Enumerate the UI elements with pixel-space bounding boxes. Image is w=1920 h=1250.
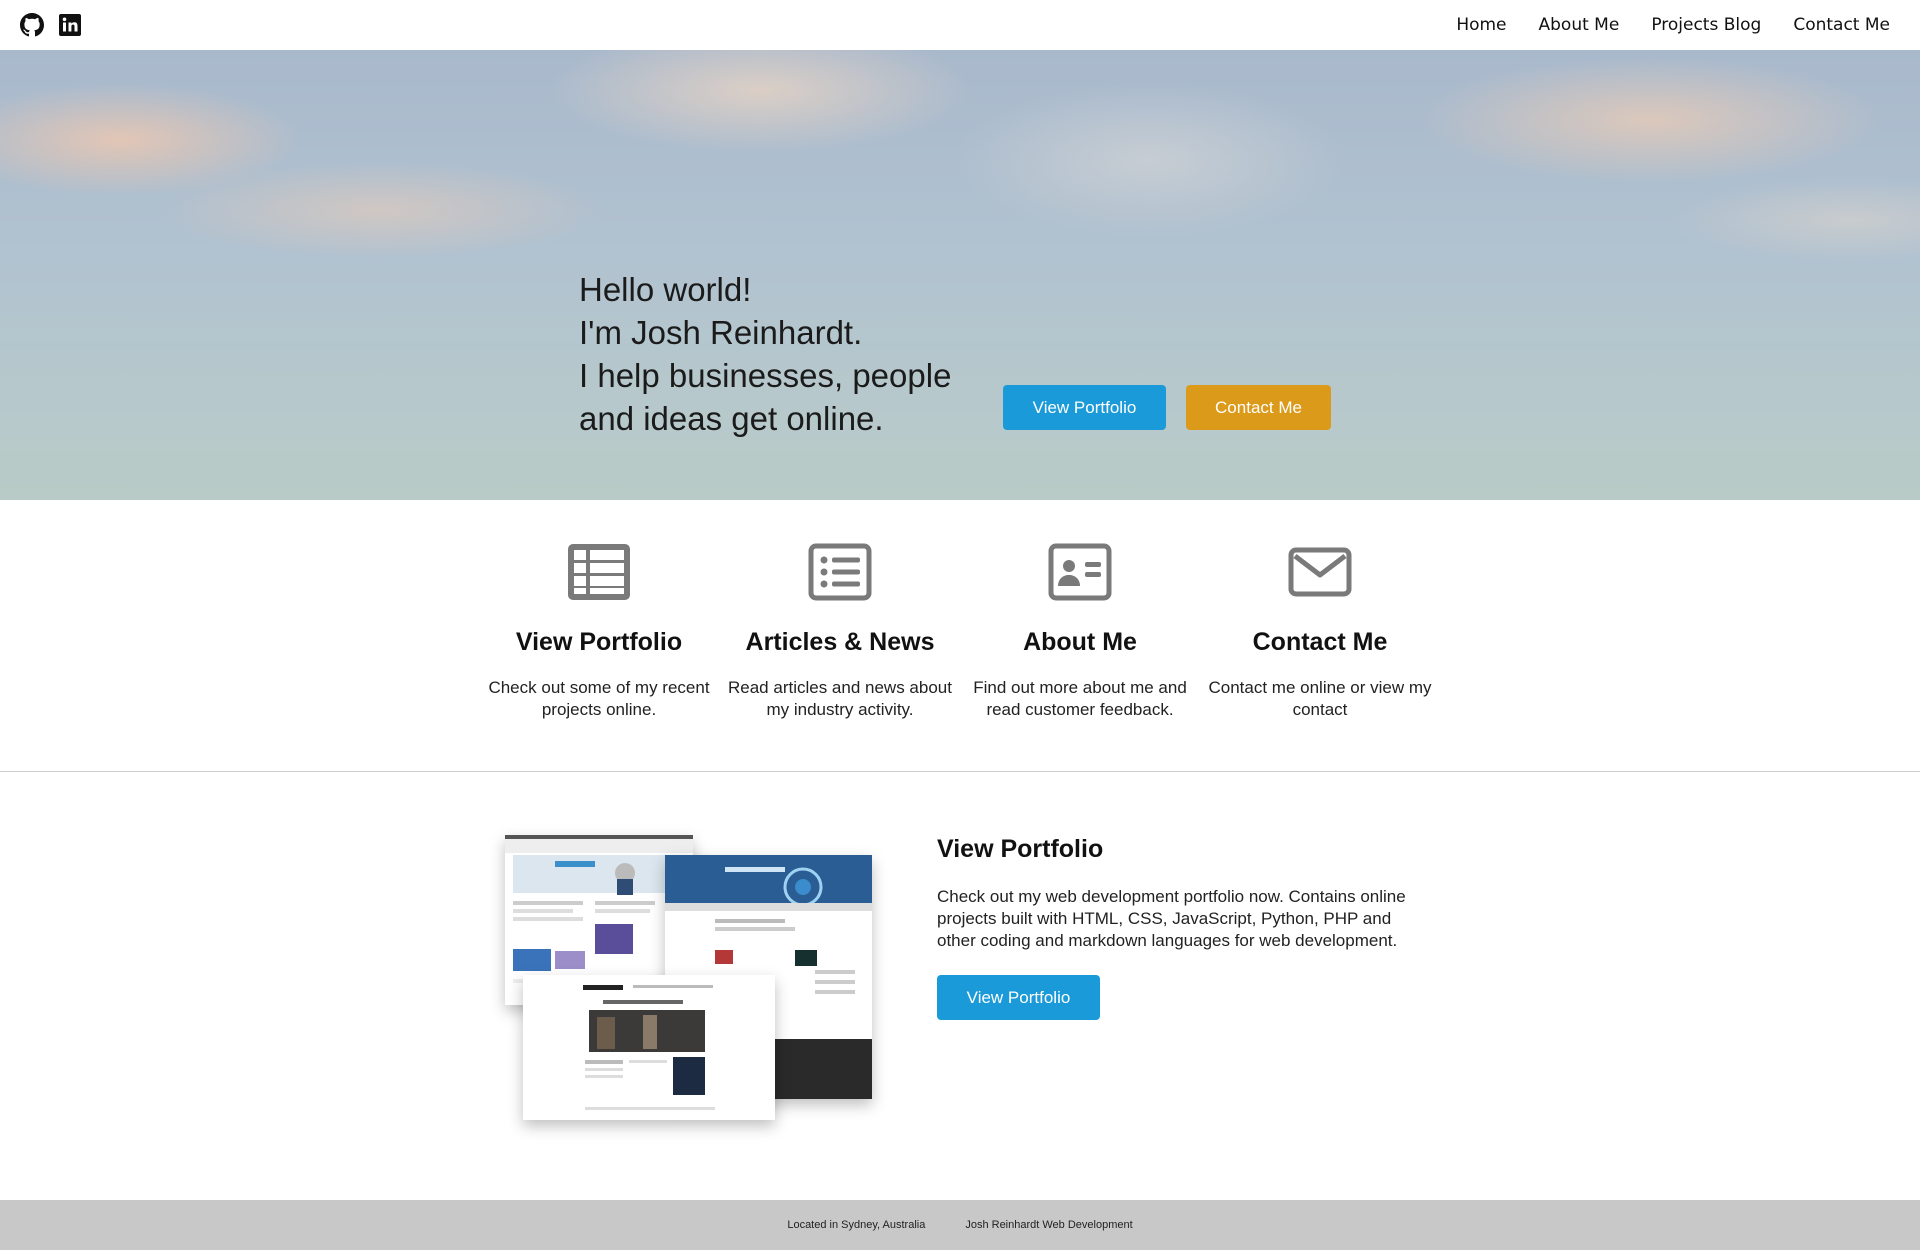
- portfolio-section: View Portfolio Check out my web developm…: [0, 773, 1920, 1200]
- footer-location: Located in Sydney, Australia: [787, 1219, 926, 1231]
- hero-contact-button[interactable]: Contact Me: [1186, 385, 1331, 430]
- website-mockup: [523, 975, 775, 1120]
- table-list-icon: [568, 544, 630, 600]
- hero-headline: Hello world! I'm Josh Reinhardt. I help …: [579, 268, 999, 440]
- main-nav: Home About Me Projects Blog Contact Me: [1456, 15, 1900, 35]
- linkedin-icon[interactable]: [58, 13, 82, 37]
- portfolio-title: View Portfolio: [937, 835, 1104, 863]
- feature-contact-me[interactable]: Contact Me Contact me online or view my …: [1205, 500, 1435, 721]
- id-card-icon: [1048, 543, 1112, 601]
- list-icon: [808, 543, 872, 601]
- hero-line: I help businesses, people: [579, 357, 952, 394]
- feature-about-me[interactable]: About Me Find out more about me and read…: [965, 500, 1195, 721]
- feature-title: Contact Me: [1252, 628, 1388, 656]
- nav-home-link[interactable]: Home: [1456, 15, 1506, 35]
- envelope-icon: [1288, 547, 1352, 597]
- feature-description: Check out some of my recent projects onl…: [488, 678, 710, 719]
- footer-brand: Josh Reinhardt Web Development: [965, 1219, 1133, 1231]
- feature-title: Articles & News: [745, 628, 935, 656]
- features-section: View Portfolio Check out some of my rece…: [0, 500, 1920, 772]
- feature-title: About Me: [1023, 628, 1137, 656]
- portfolio-description: Check out my web development portfolio n…: [937, 887, 1406, 950]
- feature-description: Contact me online or view my contact: [1208, 678, 1432, 719]
- feature-title: View Portfolio: [515, 628, 683, 656]
- feature-description: Read articles and news about my industry…: [728, 678, 952, 719]
- footer: Located in Sydney, Australia Josh Reinha…: [0, 1200, 1920, 1250]
- hero-line: and ideas get online.: [579, 400, 884, 437]
- nav-projects-blog-link[interactable]: Projects Blog: [1651, 15, 1761, 35]
- top-navbar: Home About Me Projects Blog Contact Me: [0, 0, 1920, 50]
- nav-about-link[interactable]: About Me: [1539, 15, 1620, 35]
- feature-description: Find out more about me and read customer…: [973, 678, 1187, 719]
- hero-view-portfolio-button[interactable]: View Portfolio: [1003, 385, 1166, 430]
- nav-contact-link[interactable]: Contact Me: [1793, 15, 1890, 35]
- portfolio-content: View Portfolio Check out my web developm…: [937, 835, 1427, 1020]
- feature-articles-news[interactable]: Articles & News Read articles and news a…: [725, 500, 955, 721]
- social-links: [20, 13, 82, 37]
- portfolio-screenshots: [505, 835, 875, 1120]
- hero-line: Hello world!: [579, 271, 752, 308]
- view-portfolio-button[interactable]: View Portfolio: [937, 975, 1100, 1020]
- github-icon[interactable]: [20, 13, 44, 37]
- hero-banner: Hello world! I'm Josh Reinhardt. I help …: [0, 50, 1920, 500]
- hero-line: I'm Josh Reinhardt.: [579, 314, 863, 351]
- feature-view-portfolio[interactable]: View Portfolio Check out some of my rece…: [484, 500, 714, 721]
